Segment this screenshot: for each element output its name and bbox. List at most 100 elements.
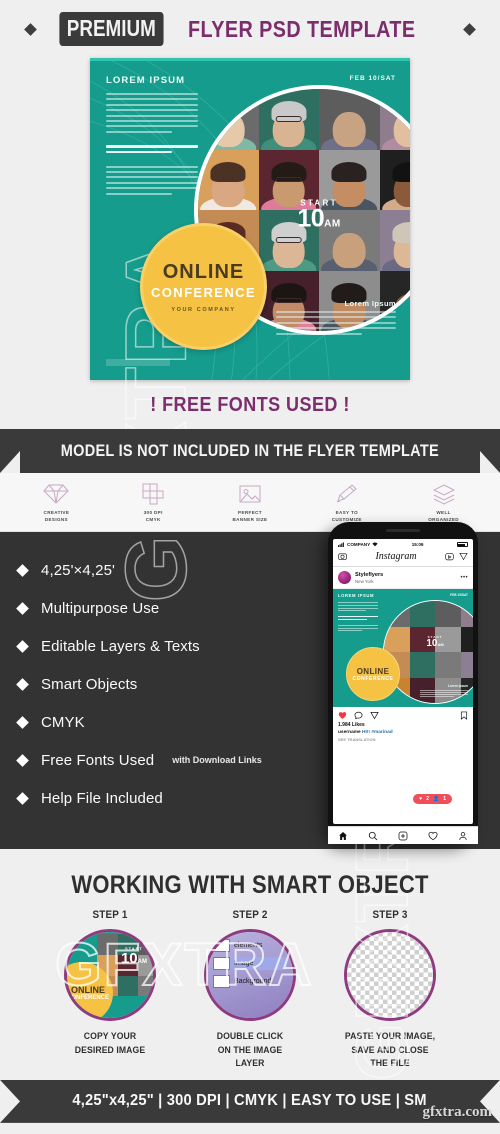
page-header: PREMIUM FLYER PSD TEMPLATE xyxy=(0,0,500,58)
specs-ribbon-text: 4,25"x4,25" | 300 DPI | CMYK | EASY TO U… xyxy=(72,1092,428,1110)
phone-screen: COMPANY 15:09 Instagram Styleflyers New … xyxy=(328,539,478,845)
instagram-top-bar: Instagram xyxy=(333,548,473,568)
diamond-bullet-icon xyxy=(16,639,29,653)
diamond-bullet-icon xyxy=(16,563,29,577)
layer-name: Background xyxy=(234,978,272,986)
pencil-icon xyxy=(336,484,357,503)
notice-ribbon: MODEL IS NOT INCLUDED IN THE FLYER TEMPL… xyxy=(0,429,500,473)
feature-icon-label: 300 DPI CMYK xyxy=(143,510,163,522)
transparency-checker xyxy=(347,932,433,1019)
page-title: FLYER PSD TEMPLATE xyxy=(187,15,416,42)
post-date: FEB 10/SAT xyxy=(450,593,468,598)
send-icon[interactable] xyxy=(459,552,468,561)
see-translation-link[interactable]: SEE TRANSLATION xyxy=(333,735,473,744)
feature-icon-perfect-banner-size: PERFECT BANNER SIZE xyxy=(202,483,299,523)
bookmark-icon[interactable] xyxy=(460,711,468,721)
more-options-icon[interactable]: ••• xyxy=(460,575,468,581)
feature-label: 4,25'×4,25' xyxy=(41,561,115,579)
flyer-footer-text xyxy=(276,311,396,338)
phone-mockup: COMPANY 15:09 Instagram Styleflyers New … xyxy=(328,522,478,845)
diamond-icon xyxy=(463,22,476,36)
heart-icon: ♥ xyxy=(419,796,423,803)
caption-username[interactable]: username xyxy=(338,730,361,735)
smart-object-section: WORKING WITH SMART OBJECT STEP 1 START 1… xyxy=(0,849,500,1080)
instagram-logo: Instagram xyxy=(375,551,417,563)
feature-icon-label: CREATIVE DESIGNS xyxy=(43,510,70,522)
camera-icon[interactable] xyxy=(338,552,347,561)
step-2: STEP 2 elements Image Background DOUBLE … xyxy=(191,909,309,1070)
layer-thumbnail xyxy=(213,939,230,953)
grid-icon xyxy=(142,483,164,505)
layers-icon xyxy=(432,484,455,505)
feature-icon-easy-to-customize: EASY TO CUSTOMIZE xyxy=(298,483,395,523)
feature-label: Free Fonts Used xyxy=(41,751,155,769)
flyer-date: FEB 10/SAT xyxy=(349,75,396,82)
caption-hashtag[interactable]: HI!! #marinad xyxy=(362,730,393,735)
notice-ribbon-text: MODEL IS NOT INCLUDED IN THE FLYER TEMPL… xyxy=(60,441,440,460)
comment-icon[interactable] xyxy=(354,711,363,720)
steps-list: STEP 1 START 10AM ONLINE CONFERENCE COPY… xyxy=(0,909,500,1070)
badge-line-1: ONLINE xyxy=(162,260,245,283)
pill-like-count: 2 xyxy=(426,796,429,803)
phone-speaker xyxy=(386,529,420,533)
post-author[interactable]: Styleflyers New York ••• xyxy=(333,567,473,590)
features-section: 4,25'×4,25' Multipurpose Use Editable La… xyxy=(0,522,500,850)
feature-label: Help File Included xyxy=(41,789,163,807)
status-bar: COMPANY 15:09 xyxy=(333,539,473,548)
layer-row: elements xyxy=(213,939,287,953)
post-title: LOREM IPSUM xyxy=(338,593,375,599)
feature-icon-label: WELL ORGANIZED xyxy=(428,510,459,522)
feature-icon-label: EASY TO CUSTOMIZE xyxy=(331,510,362,522)
feature-label: Multipurpose Use xyxy=(41,599,160,617)
signal-icon xyxy=(338,542,344,548)
flyer-preview: LOREM IPSUM FEB 10/SAT START 10AM ONLINE… xyxy=(90,58,410,380)
heart-icon[interactable] xyxy=(338,711,347,720)
feature-icon-label: PERFECT BANNER SIZE xyxy=(232,510,268,522)
clock-label: 15:09 xyxy=(411,542,424,548)
layer-thumbnail xyxy=(213,975,230,989)
start-time: 10 xyxy=(297,204,325,233)
feature-label: Smart Objects xyxy=(41,675,138,693)
feature-icon-well-organized: WELL ORGANIZED xyxy=(395,483,492,523)
layer-name: Image xyxy=(234,960,254,968)
layer-row[interactable]: Image xyxy=(213,957,287,971)
badge-line-3: YOUR COMPANY xyxy=(171,306,236,313)
author-name: Styleflyers xyxy=(355,571,384,578)
avatar[interactable] xyxy=(338,571,351,585)
post-image: LOREM IPSUM FEB 10/SAT START 10AM ONLINE… xyxy=(333,589,473,708)
page-root: PREMIUM FLYER PSD TEMPLATE LOREM IPSUM F… xyxy=(0,0,500,1134)
diamond-bullet-icon xyxy=(16,677,29,691)
flyer-heading: LOREM IPSUM xyxy=(106,75,186,86)
author-location: New York xyxy=(355,578,374,584)
diamond-icon xyxy=(24,22,37,36)
post-actions xyxy=(333,707,473,721)
flyer-body-text xyxy=(106,93,198,198)
step-3-image xyxy=(344,929,436,1022)
feature-label: Editable Layers & Texts xyxy=(41,637,200,655)
layer-row: Background xyxy=(213,975,287,989)
diamond-bullet-icon xyxy=(16,791,29,805)
flyer-credit-tag xyxy=(106,359,170,366)
gfxtra-watermark: gfxtra.com xyxy=(422,1103,492,1120)
share-icon[interactable] xyxy=(370,711,379,720)
igtv-icon[interactable] xyxy=(445,552,454,561)
feature-icon-creative-designs: CREATIVE DESIGNS xyxy=(8,483,105,523)
wifi-icon xyxy=(372,542,378,547)
pill-user-count: 1 xyxy=(443,796,446,803)
free-fonts-heading: ! FREE FONTS USED ! xyxy=(150,394,350,416)
step-caption: DOUBLE CLICK ON THE IMAGE LAYER xyxy=(216,1031,284,1068)
step-1: STEP 1 START 10AM ONLINE CONFERENCE COPY… xyxy=(51,909,169,1070)
step-1-image: START 10AM ONLINE CONFERENCE xyxy=(64,929,156,1022)
image-icon xyxy=(239,485,261,503)
step-label: STEP 3 xyxy=(372,909,408,922)
step-label: STEP 1 xyxy=(92,909,128,922)
smart-object-title: WORKING WITH SMART OBJECT xyxy=(71,871,429,900)
flyer-canvas: LOREM IPSUM FEB 10/SAT START 10AM ONLINE… xyxy=(90,58,410,380)
online-conference-badge: ONLINE CONFERENCE YOUR COMPANY xyxy=(140,223,267,350)
diamond-bullet-icon xyxy=(16,753,29,767)
carrier-label: COMPANY xyxy=(347,542,371,548)
flyer-footer-title: Lorem Ipsum xyxy=(344,299,396,308)
step-3: STEP 3 PASTE YOUR IMAGE, SAVE AND CLOSE TH… xyxy=(331,909,449,1070)
reaction-pill: ♥ 2 👤 1 xyxy=(413,794,452,805)
layer-name: elements xyxy=(234,942,263,950)
